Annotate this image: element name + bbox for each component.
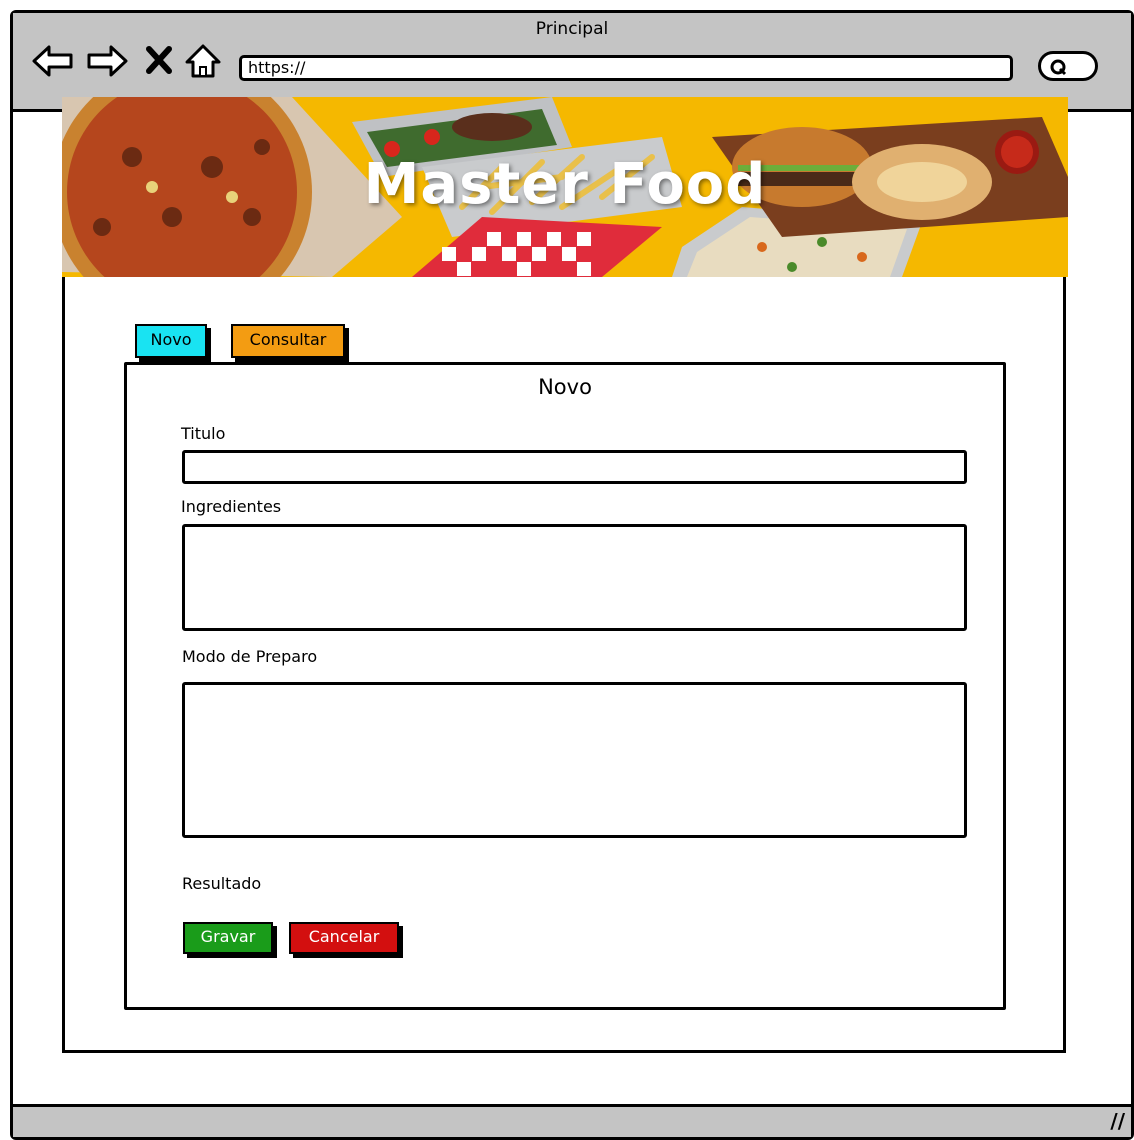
titulo-input[interactable] [182, 450, 967, 484]
search-icon [1050, 59, 1067, 76]
url-bar[interactable]: https:// [239, 55, 1013, 81]
forward-arrow-icon[interactable] [85, 41, 129, 81]
ingredientes-label: Ingredientes [181, 497, 282, 516]
form-title: Novo [538, 375, 592, 399]
resultado-label: Resultado [182, 874, 262, 893]
resize-handle-icon[interactable]: // [1110, 1109, 1125, 1133]
status-bar: // [13, 1104, 1131, 1137]
ingredientes-textarea[interactable] [182, 524, 967, 631]
tab-consultar[interactable]: Consultar [231, 324, 345, 358]
cancelar-button[interactable]: Cancelar [289, 922, 399, 954]
tab-novo[interactable]: Novo [135, 324, 207, 358]
modo-de-preparo-label: Modo de Preparo [182, 647, 318, 666]
back-arrow-icon[interactable] [31, 41, 75, 81]
gravar-button[interactable]: Gravar [183, 922, 273, 954]
modo-de-preparo-textarea[interactable] [182, 682, 967, 838]
home-icon[interactable] [183, 41, 227, 81]
banner-title: Master Food [363, 152, 767, 217]
search-box[interactable] [1038, 51, 1098, 81]
titulo-label: Titulo [181, 424, 226, 443]
window-title: Principal [535, 19, 609, 39]
stop-icon[interactable] [141, 41, 185, 81]
banner: Master Food [62, 97, 1068, 277]
